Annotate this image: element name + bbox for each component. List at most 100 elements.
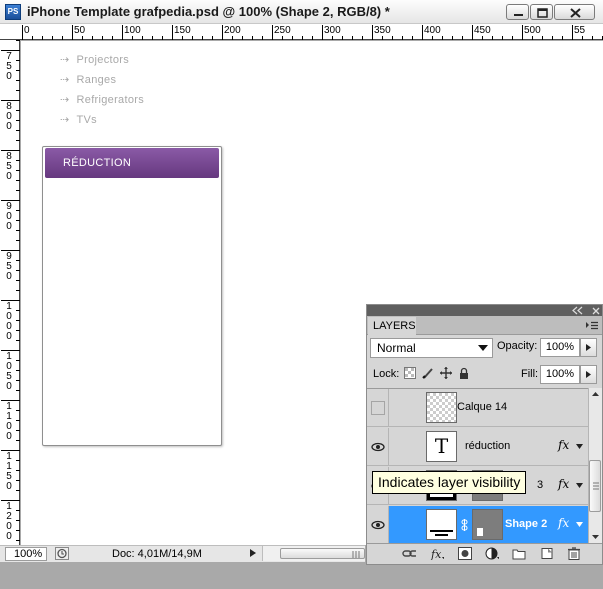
arrow-icon: ⇢ — [60, 94, 70, 106]
vector-mask-thumbnail — [472, 509, 503, 540]
arrow-icon: ⇢ — [60, 74, 70, 86]
maximize-button[interactable] — [530, 4, 553, 20]
ruler-label: 0 — [24, 25, 30, 36]
opacity-input[interactable]: 100% — [540, 338, 580, 357]
maximize-icon — [537, 8, 548, 18]
fx-icon[interactable]: fx — [558, 438, 569, 452]
minimize-button[interactable] — [506, 4, 529, 20]
ruler-label: 950 — [6, 251, 12, 282]
workspace-background — [0, 562, 603, 589]
trash-icon[interactable] — [567, 547, 581, 560]
card-header: RÉDUCTION — [45, 148, 219, 178]
link-layers-icon[interactable] — [402, 547, 416, 560]
document-size-info: Doc: 4,01M/14,9M — [112, 548, 202, 560]
new-layer-icon[interactable] — [540, 547, 554, 560]
ruler-label: 55 — [574, 25, 586, 36]
fill-slider-button[interactable] — [580, 365, 597, 384]
ruler-label: 850 — [6, 151, 12, 182]
layer-name: Shape 2 — [505, 518, 548, 530]
nav-item: ⇢ TVs — [60, 113, 97, 126]
close-icon — [570, 8, 581, 18]
nav-item: ⇢ Projectors — [60, 53, 129, 66]
minimize-icon — [514, 14, 523, 16]
close-button[interactable] — [554, 4, 595, 20]
horizontal-ruler-ticks — [22, 25, 603, 40]
layer-thumbnail — [426, 392, 457, 423]
ruler-label: 450 — [474, 25, 491, 36]
layer-row-calque-14[interactable]: Calque 14 — [367, 389, 588, 427]
link-icon[interactable] — [461, 518, 468, 532]
arrow-icon: ⇢ — [60, 54, 70, 66]
chevron-down-icon[interactable] — [576, 522, 583, 527]
panel-menu-icon[interactable] — [585, 321, 599, 330]
nav-item-label: TVs — [76, 114, 97, 126]
layer-name: réduction — [465, 440, 511, 452]
ruler-label: 1150 — [6, 451, 12, 492]
lock-all-padlock-icon[interactable] — [458, 367, 470, 379]
status-menu-arrow-icon[interactable] — [249, 548, 257, 558]
visibility-toggle[interactable] — [367, 389, 389, 427]
fill-label: Fill: — [521, 368, 539, 380]
photoshop-app-icon[interactable]: PS — [5, 4, 21, 20]
visibility-off-box — [371, 401, 385, 415]
fx-icon[interactable]: fx — [558, 516, 569, 530]
panel-title-strip[interactable] — [367, 305, 602, 316]
fx-icon[interactable]: fx — [558, 477, 569, 491]
layer-thumbnail — [426, 509, 457, 540]
folder-icon[interactable] — [512, 547, 526, 560]
visibility-toggle[interactable] — [367, 428, 389, 466]
ruler-label: 1100 — [6, 401, 12, 442]
nav-item-label: Projectors — [76, 54, 130, 66]
ruler-label: 50 — [74, 25, 86, 36]
layers-list: Calque 14 T réduction fx 3 fx Shape 2 fx — [367, 388, 588, 543]
chevron-right-icon — [586, 371, 591, 378]
ruler-label: 100 — [124, 25, 141, 36]
shape-thumbnail-icon — [430, 530, 453, 536]
nav-item-label: Refrigerators — [76, 94, 145, 106]
nav-item: ⇢ Refrigerators — [60, 93, 144, 106]
horizontal-scroll-thumb[interactable] — [280, 548, 365, 559]
mask-shape-icon — [477, 528, 483, 536]
arrow-icon: ⇢ — [60, 114, 70, 126]
visibility-toggle[interactable] — [367, 506, 389, 543]
grip-icon — [352, 551, 360, 558]
layer-row-shape-2[interactable]: Shape 2 fx — [367, 506, 588, 543]
adjustment-layer-icon[interactable] — [485, 547, 499, 560]
ruler-label: 200 — [224, 25, 241, 36]
horizontal-ruler[interactable] — [0, 24, 603, 40]
transparency-checker-icon — [427, 393, 456, 422]
svg-text:fx: fx — [430, 548, 442, 560]
collapse-close-icons — [572, 306, 600, 315]
fill-input[interactable]: 100% — [540, 365, 580, 384]
document-title: iPhone Template grafpedia.psd @ 100% (Sh… — [27, 4, 390, 19]
nav-item: ⇢ Ranges — [60, 73, 116, 86]
opacity-slider-button[interactable] — [580, 338, 597, 357]
ruler-label: 350 — [374, 25, 391, 36]
blend-mode-select[interactable]: Normal — [370, 338, 493, 358]
opacity-label: Opacity: — [497, 340, 538, 352]
chevron-down-icon — [478, 345, 488, 351]
layers-scroll-thumb[interactable] — [589, 460, 601, 512]
lock-pixels-brush-icon[interactable] — [422, 367, 434, 379]
lock-position-move-icon[interactable] — [440, 367, 452, 379]
tab-layers[interactable]: LAYERS — [368, 317, 416, 335]
reduction-card — [42, 146, 222, 446]
ruler-label: 500 — [524, 25, 541, 36]
eye-icon — [371, 442, 385, 452]
chevron-down-icon[interactable] — [576, 483, 583, 488]
ruler-label: 1000 — [6, 301, 12, 342]
chevron-down-icon[interactable] — [576, 444, 583, 449]
ruler-label: 1050 — [6, 351, 12, 392]
lock-transparency-icon[interactable] — [404, 367, 416, 379]
status-info-icon[interactable] — [55, 547, 69, 560]
ruler-label: 1200 — [6, 501, 12, 542]
ruler-label: 300 — [324, 25, 341, 36]
layer-row-reduction[interactable]: T réduction fx — [367, 428, 588, 466]
fx-layer-style-icon[interactable]: fx — [430, 547, 444, 560]
zoom-field[interactable]: 100% — [5, 547, 47, 561]
layer-name: Calque 14 — [457, 401, 508, 413]
ruler-label: 750 — [6, 51, 12, 82]
nav-item-label: Ranges — [76, 74, 117, 86]
add-mask-icon[interactable] — [458, 547, 472, 560]
grip-icon — [593, 482, 599, 490]
